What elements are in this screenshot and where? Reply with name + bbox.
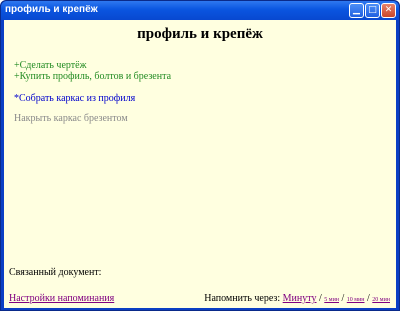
- remind-1-minute-link[interactable]: Минуту: [283, 293, 317, 304]
- content-area: профиль и крепёж +Сделать чертёж +Купить…: [4, 20, 396, 308]
- remind-label: Напомнить через:: [204, 293, 281, 304]
- minimize-icon: ▁: [353, 5, 360, 15]
- minimize-button[interactable]: ▁: [349, 3, 364, 18]
- maximize-button[interactable]: □: [365, 3, 380, 18]
- app-window: профиль и крепёж ▁ □ ✕ профиль и крепёж …: [0, 0, 400, 311]
- linked-document-label: Связанный документ:: [9, 267, 102, 278]
- remind-bar: Напомнить через: Минуту / 5 мин / 10 мин…: [204, 293, 390, 304]
- separator: /: [367, 293, 370, 304]
- task-item-done[interactable]: +Сделать чертёж: [14, 60, 87, 71]
- remind-10-min-link[interactable]: 10 мин: [347, 297, 365, 303]
- title-bar[interactable]: профиль и крепёж ▁ □ ✕: [1, 1, 399, 20]
- window-title: профиль и крепёж: [5, 4, 98, 15]
- close-icon: ✕: [384, 5, 393, 15]
- close-button[interactable]: ✕: [381, 3, 396, 18]
- maximize-icon: □: [368, 5, 377, 15]
- page-title: профиль и крепёж: [137, 26, 263, 42]
- task-item-active[interactable]: *Собрать каркас из профиля: [14, 93, 135, 104]
- remind-20-min-link[interactable]: 20 мин: [372, 297, 390, 303]
- task-item-done[interactable]: +Купить профиль, болтов и брезента: [14, 71, 171, 82]
- task-item-todo[interactable]: Накрыть каркас брезентом: [14, 113, 128, 124]
- separator: /: [341, 293, 345, 304]
- reminder-settings-link[interactable]: Настройки напоминания: [9, 293, 114, 304]
- remind-5-min-link[interactable]: 5 мин: [324, 297, 339, 303]
- separator: /: [319, 293, 322, 304]
